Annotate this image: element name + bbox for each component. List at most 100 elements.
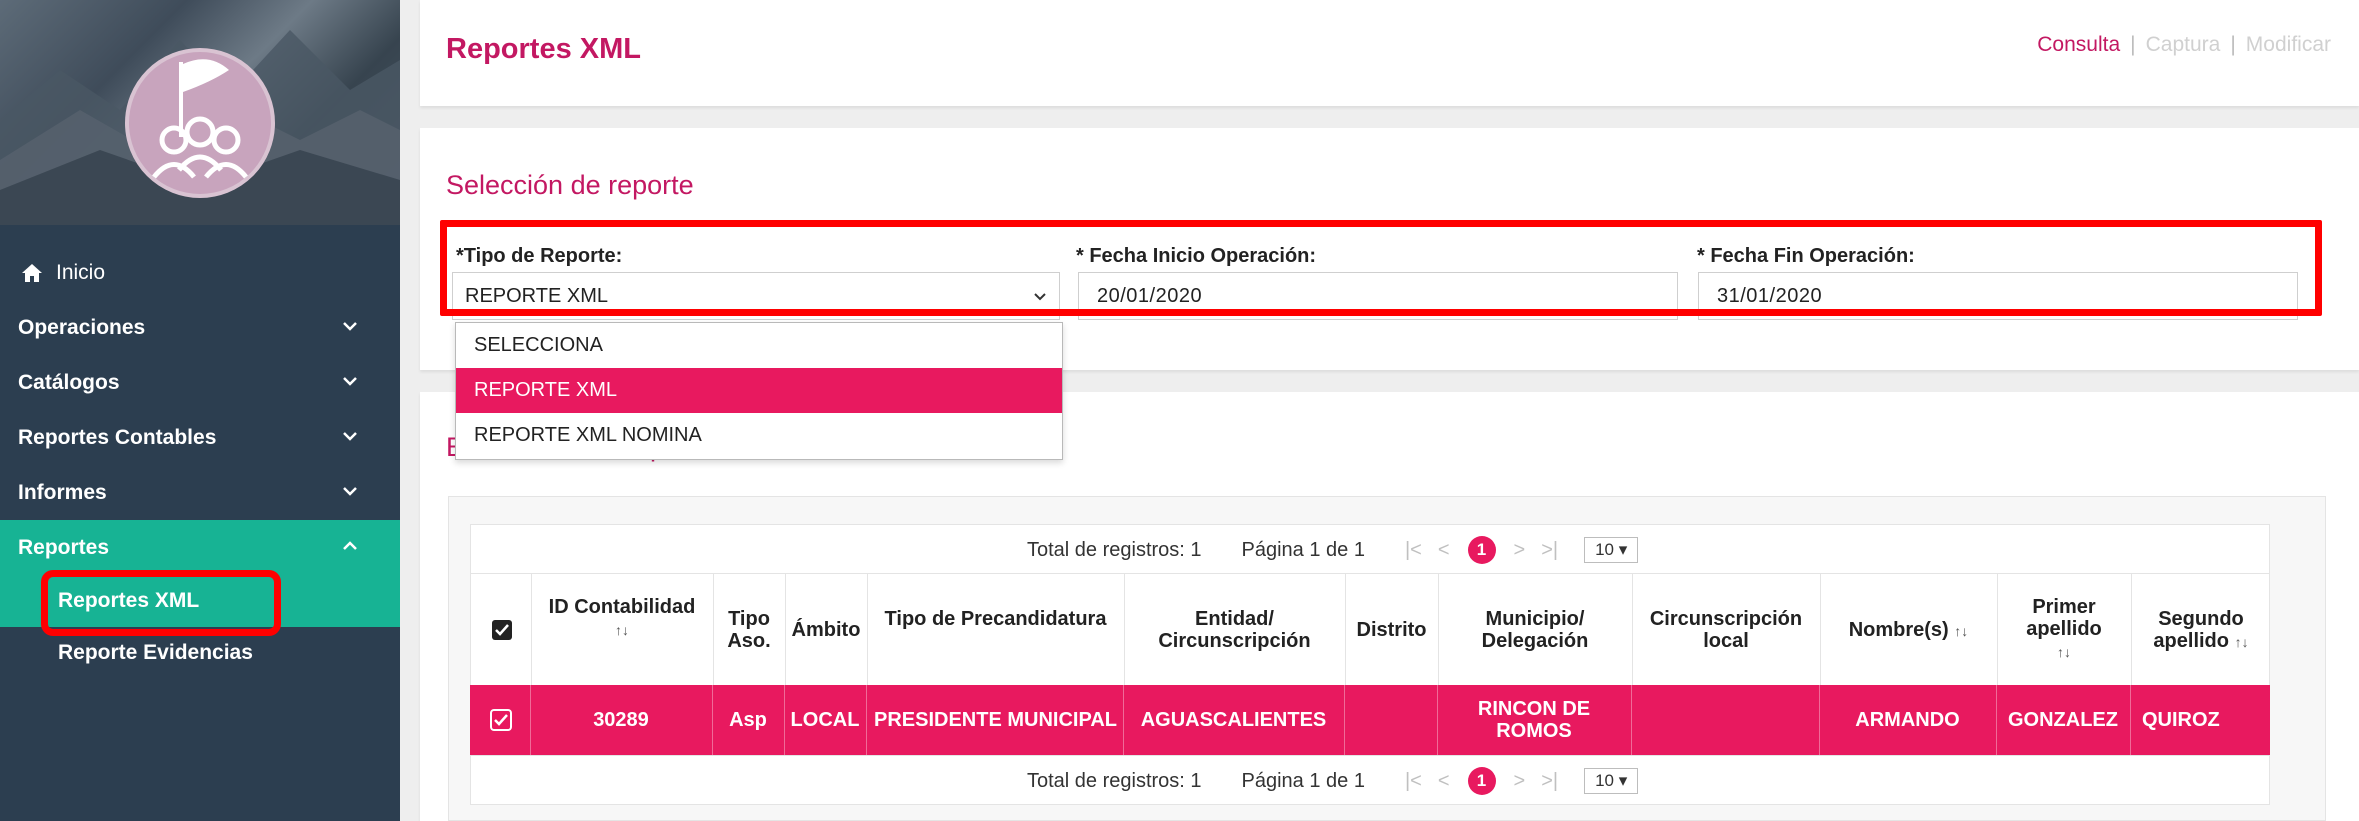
page-indicator: Página 1 de 1 — [1241, 538, 1365, 561]
chevron-up-icon — [343, 541, 357, 550]
pager-bottom: Total de registros: 1 Página 1 de 1 |< <… — [470, 755, 2270, 805]
col-distrito: Distrito — [1356, 619, 1427, 641]
link-modificar[interactable]: Modificar — [2246, 33, 2331, 56]
link-captura[interactable]: Captura — [2146, 33, 2221, 56]
col-header-label: Nombre(s) — [1848, 619, 1949, 641]
col-ambito: Ámbito — [791, 619, 861, 641]
col-segundo-apellido[interactable]: Segundo apellido ↑↓ — [2131, 608, 2271, 653]
fecha-inicio-field[interactable]: 20/01/2020 — [1078, 272, 1678, 320]
page-title: Reportes XML — [446, 33, 641, 65]
option-selecciona[interactable]: SELECCIONA — [456, 323, 1062, 368]
header-card: Reportes XML Consulta | Captura | Modificar — [420, 0, 2359, 106]
fecha-fin-label: * Fecha Fin Operación: — [1697, 245, 1915, 267]
section-title: Selección de reporte — [446, 170, 694, 200]
sidebar-item-reportes[interactable]: Reportes — [0, 520, 400, 575]
total-records: Total de registros: 1 — [1027, 538, 1202, 561]
link-separator: | — [2230, 33, 2236, 56]
app-logo — [125, 48, 275, 198]
col-circunscripcion-local: Circunscripción local — [1649, 608, 1803, 652]
prev-page-button[interactable]: < — [1438, 770, 1450, 793]
pager-controls: Total de registros: 1 Página 1 de 1 |< <… — [1027, 756, 1639, 806]
table-row[interactable]: 30289 Asp LOCAL PRESIDENTE MUNICIPAL AGU… — [470, 685, 2270, 755]
sidebar-item-label: Informes — [18, 480, 107, 504]
col-primer-apellido[interactable]: Primer apellido ↑↓ — [1997, 596, 2131, 663]
col-nombres[interactable]: Nombre(s) ↑↓ — [1820, 619, 1997, 642]
sidebar-menu: Inicio Operaciones Catálogos Reportes Co… — [0, 245, 400, 679]
option-reporte-xml[interactable]: REPORTE XML — [456, 368, 1062, 413]
fecha-fin-field[interactable]: 31/01/2020 — [1698, 272, 2298, 320]
row-checkbox[interactable] — [490, 709, 512, 731]
sidebar-item-label: Reportes — [18, 535, 110, 559]
sidebar-banner — [0, 0, 400, 225]
fecha-fin-value: 31/01/2020 — [1717, 284, 1823, 307]
sidebar-subitem-reportes-xml[interactable]: Reportes XML — [0, 575, 400, 627]
col-header-label: Segundo apellido — [2153, 608, 2244, 652]
col-id-contabilidad[interactable]: ID Contabilidad ↑↓ — [531, 596, 713, 641]
next-page-button[interactable]: > — [1514, 539, 1526, 562]
fecha-inicio-label: * Fecha Inicio Operación: — [1076, 245, 1316, 268]
mode-links: Consulta | Captura | Modificar — [2037, 33, 2331, 57]
cell-id: 30289 — [593, 709, 649, 731]
chevron-down-icon — [343, 487, 357, 496]
sidebar-subitem-reporte-evidencias[interactable]: Reporte Evidencias — [0, 627, 400, 679]
cell-primer-apellido: GONZALEZ — [2008, 709, 2118, 731]
col-header-label: Primer apellido — [2026, 596, 2102, 640]
home-icon — [22, 263, 42, 282]
current-page-button[interactable]: 1 — [1467, 767, 1496, 795]
sidebar-submenu-reportes: Reportes XML Reporte Evidencias — [0, 575, 400, 679]
chevron-down-icon — [343, 322, 357, 331]
col-tipo-precandidatura: Tipo de Precandidatura — [884, 608, 1107, 630]
sidebar-item-label: Reportes Contables — [18, 425, 217, 449]
prev-page-button[interactable]: < — [1438, 539, 1450, 562]
table-header-row: ID Contabilidad ↑↓ Tipo Aso. Ámbito Tipo … — [470, 574, 2270, 685]
cell-tipo: Asp — [729, 709, 767, 731]
first-page-button[interactable]: |< — [1405, 770, 1422, 793]
total-records: Total de registros: 1 — [1027, 769, 1202, 792]
fecha-inicio-value: 20/01/2020 — [1097, 284, 1203, 307]
page-size-select[interactable]: 10 ▾ — [1584, 537, 1639, 563]
cell-precandidatura: PRESIDENTE MUNICIPAL — [874, 709, 1117, 731]
cell-nombre: ARMANDO — [1855, 709, 1960, 731]
sort-icon: ↑↓ — [1954, 623, 1969, 639]
last-page-button[interactable]: >| — [1541, 539, 1558, 562]
sidebar-item-inicio[interactable]: Inicio — [0, 245, 400, 300]
select-all-checkbox[interactable] — [491, 619, 513, 641]
col-tipo-aso: Tipo Aso. — [727, 608, 771, 652]
cell-segundo-apellido: QUIROZ — [2142, 709, 2220, 731]
tipo-reporte-value: REPORTE XML — [465, 284, 608, 307]
sidebar-item-label: Catálogos — [18, 370, 120, 394]
col-header-label: ID Contabilidad — [548, 596, 696, 618]
cell-distrito — [1344, 685, 1437, 755]
cell-circ-local — [1631, 685, 1819, 755]
sidebar-item-informes[interactable]: Informes — [0, 465, 400, 520]
sidebar-item-operaciones[interactable]: Operaciones — [0, 300, 400, 355]
tipo-reporte-select[interactable]: REPORTE XML — [452, 272, 1060, 320]
sort-icon: ↑↓ — [615, 622, 629, 638]
col-municipio-delegacion: Municipio/ Delegación — [1481, 608, 1589, 652]
current-page-button[interactable]: 1 — [1467, 536, 1496, 564]
sidebar-item-label: Inicio — [56, 260, 106, 284]
option-reporte-xml-nomina[interactable]: REPORTE XML NOMINA — [456, 413, 1062, 458]
chevron-down-icon — [343, 432, 357, 441]
tipo-reporte-label: *Tipo de Reporte: — [456, 245, 623, 267]
sidebar-item-catalogos[interactable]: Catálogos — [0, 355, 400, 410]
link-consulta[interactable]: Consulta — [2037, 33, 2120, 56]
sidebar-item-label: Operaciones — [18, 315, 146, 339]
sidebar-item-reportes-contables[interactable]: Reportes Contables — [0, 410, 400, 465]
pager-top: Total de registros: 1 Página 1 de 1 |< <… — [470, 524, 2270, 574]
cell-municipio: RINCON DE ROMOS — [1477, 698, 1591, 742]
chevron-down-icon — [1034, 293, 1046, 301]
page-indicator: Página 1 de 1 — [1241, 769, 1365, 792]
pager-controls: Total de registros: 1 Página 1 de 1 |< <… — [1027, 525, 1639, 575]
sort-icon: ↑↓ — [2234, 634, 2249, 650]
tipo-reporte-dropdown: SELECCIONA REPORTE XML REPORTE XML NOMIN… — [455, 322, 1063, 460]
chevron-down-icon — [343, 377, 357, 386]
first-page-button[interactable]: |< — [1405, 539, 1422, 562]
page-size-select[interactable]: 10 ▾ — [1584, 768, 1639, 794]
fecha-inicio-label-text: * Fecha Inicio Operación: — [1076, 245, 1317, 267]
last-page-button[interactable]: >| — [1541, 770, 1558, 793]
next-page-button[interactable]: > — [1514, 770, 1526, 793]
sidebar-subitem-label: Reporte Evidencias — [58, 641, 253, 664]
sort-icon: ↑↓ — [2057, 644, 2071, 660]
cell-entidad: AGUASCALIENTES — [1140, 709, 1327, 731]
